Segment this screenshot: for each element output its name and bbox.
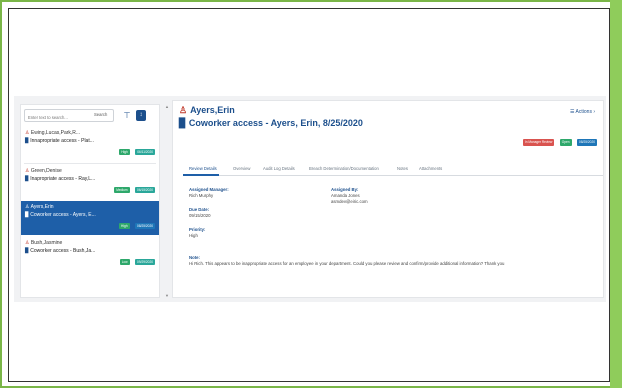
search-button[interactable]: Search (94, 112, 107, 117)
tab-audit-log-details[interactable]: Audit Log Details (263, 166, 295, 171)
case-person: Ewing,Lucas,Park,R... (30, 130, 81, 136)
case-person: Ayers,Erin (30, 204, 54, 210)
tab-attachments[interactable]: Attachments (419, 166, 442, 171)
person-icon: ♙ (25, 168, 30, 174)
actions-menu-button[interactable]: ☰ Actions › (570, 109, 595, 115)
tab-notes[interactable]: Notes (397, 166, 408, 171)
divider (24, 163, 156, 164)
document-icon: ▉ (25, 248, 29, 254)
priority-badge: Medium (114, 187, 130, 193)
case-title-line: ▉ Inapropriate access - Ray,L... (25, 176, 95, 182)
case-list-item[interactable]: ♙ Bush,Jasmine ▉ Coworker access - Bush,… (21, 237, 159, 271)
due-date-value: 09/15/2020 (189, 213, 211, 218)
case-title-line: ▉ Coworker access - Bush,Ja... (25, 248, 95, 254)
document-icon: ▉ (25, 176, 29, 182)
case-badges: High 06/11/2020 (118, 149, 155, 155)
case-title: Coworker access - Ayers, E... (30, 212, 96, 218)
case-person-line: ♙ Green,Denise (25, 168, 62, 174)
case-title: Inapropriate access - Ray,L... (30, 176, 96, 182)
detail-tabs: Review Details Overview Audit Log Detail… (183, 164, 603, 176)
case-person-line: ♙ Ayers,Erin (25, 204, 54, 210)
person-icon: ♙ (179, 105, 188, 115)
case-list-item-selected[interactable]: ♙ Ayers,Erin ▉ Coworker access - Ayers, … (21, 201, 159, 235)
date-badge: 08/25/2020 (135, 223, 155, 229)
case-list-panel: Search ⊤ ↕ ♙ Ewing,Lucas,Park,R... ▉ Inn… (20, 104, 160, 298)
document-icon: ▉ (25, 138, 29, 144)
case-review-app: Search ⊤ ↕ ♙ Ewing,Lucas,Park,R... ▉ Inn… (14, 96, 606, 302)
case-title-line: ▉ Coworker access - Ayers, E... (25, 212, 96, 218)
tab-review-details[interactable]: Review Details (189, 166, 217, 171)
sort-icon[interactable]: ↕ (136, 110, 146, 121)
priority-badge: High (119, 149, 130, 155)
detail-person-name: Ayers,Erin (190, 105, 235, 115)
detail-title: Coworker access - Ayers, Erin, 8/25/2020 (188, 118, 363, 128)
due-date-label: Due Date: (189, 207, 210, 212)
case-list-item[interactable]: ♙ Ewing,Lucas,Park,R... ▉ Innapropriate … (21, 127, 159, 161)
date-badge: 06/11/2020 (135, 149, 155, 155)
note-label: Note: (189, 255, 200, 260)
date-badge: 08/25/2020 (577, 139, 597, 146)
date-badge: 09/29/2020 (135, 259, 155, 265)
date-badge: 06/15/2020 (135, 187, 155, 193)
tab-breach-determination[interactable]: Breach Determination/Documentation (309, 166, 379, 171)
assigned-manager-value: Rich Murphy (189, 193, 214, 198)
assigned-by-email: asmdev@eiric.com (331, 199, 368, 204)
priority-value: High (189, 233, 198, 238)
case-list-item[interactable]: ♙ Green,Denise ▉ Inapropriate access - R… (21, 165, 159, 199)
person-icon: ♙ (25, 240, 30, 246)
person-icon: ♙ (25, 204, 30, 210)
status-badges: In Manager Review Open 08/25/2020 (522, 139, 597, 146)
scroll-up-icon[interactable]: ▲ (164, 104, 170, 109)
case-title-line: ▉ Innapropriate access - Plat... (25, 138, 94, 144)
open-status-badge: Open (559, 139, 572, 146)
case-detail-panel: ♙ Ayers,Erin ▉ Coworker access - Ayers, Er… (172, 100, 604, 298)
priority-badge: High (119, 223, 130, 229)
note-value: Hi Rich. This appears to be inappropriat… (189, 261, 505, 266)
case-person: Green,Denise (30, 168, 62, 174)
case-person: Bush,Jasmine (30, 240, 63, 246)
assigned-manager-label: Assigned Manager: (189, 187, 229, 192)
person-icon: ♙ (25, 130, 30, 136)
scroll-down-icon[interactable]: ▼ (164, 293, 170, 298)
review-status-badge: In Manager Review (522, 139, 555, 146)
search-bar: Search ⊤ ↕ (24, 109, 158, 123)
case-person-line: ♙ Ewing,Lucas,Park,R... (25, 130, 80, 136)
document-icon: ▉ (179, 118, 186, 128)
detail-title-heading: ▉ Coworker access - Ayers, Erin, 8/25/202… (179, 118, 363, 129)
case-title: Coworker access - Bush,Ja... (30, 248, 96, 254)
detail-person-heading: ♙ Ayers,Erin (179, 105, 235, 116)
case-badges: Medium 06/15/2020 (113, 187, 155, 193)
document-icon: ▉ (25, 212, 29, 218)
green-edge-strip (610, 0, 622, 388)
priority-badge: Low (119, 259, 130, 265)
filter-icon[interactable]: ⊤ (121, 109, 133, 122)
assigned-by-label: Assigned By: (331, 187, 359, 192)
case-badges: Low 09/29/2020 (119, 259, 155, 265)
case-person-line: ♙ Bush,Jasmine (25, 240, 62, 246)
active-tab-indicator (183, 174, 219, 176)
case-title: Innapropriate access - Plat... (30, 138, 94, 144)
list-scrollbar[interactable]: ▲ ▼ (164, 104, 170, 298)
tab-overview[interactable]: Overview (233, 166, 250, 171)
case-badges: High 08/25/2020 (118, 223, 155, 229)
priority-label: Priority: (189, 227, 206, 232)
assigned-by-name: Amanda Jones (331, 193, 360, 198)
